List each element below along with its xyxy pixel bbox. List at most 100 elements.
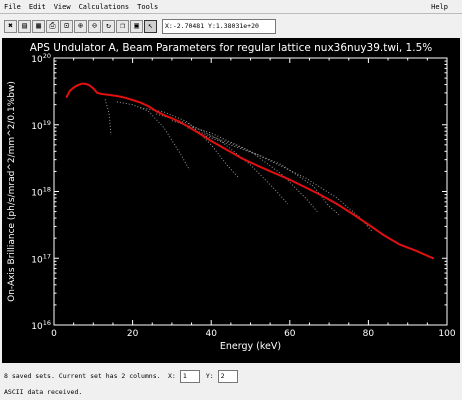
- menu-help[interactable]: Help: [431, 3, 448, 11]
- cursor-button[interactable]: ↖: [144, 19, 157, 33]
- refresh-button[interactable]: ↻: [102, 19, 115, 33]
- envelope-point: [336, 203, 338, 205]
- toolbar-buttons: ✖ ▤ ▦ ⎙ ⊡ ⊕ ⊖ ↻ ❐ ▣ ↖: [4, 19, 158, 33]
- menu-view[interactable]: View: [54, 3, 71, 11]
- y-axis-label: On-Axis Brilliance (ph/s/mrad^2/mm^2/0.1…: [7, 81, 17, 302]
- coordinate-readout: X:-2.70481 Y:1.38031e+20: [162, 18, 276, 34]
- x-column-label: X:: [168, 372, 176, 380]
- envelope-point: [68, 90, 71, 92]
- envelope-point: [65, 96, 68, 98]
- print-button[interactable]: ⎙: [46, 19, 59, 33]
- harmonic-series-line: [116, 101, 191, 171]
- status-row: 8 saved sets. Current set has 2 columns.…: [0, 368, 462, 384]
- envelope-point: [398, 243, 401, 246]
- copy-icon: ❐: [120, 21, 125, 30]
- close-button[interactable]: ✖: [4, 19, 17, 33]
- copy-button[interactable]: ❐: [116, 19, 129, 33]
- x-tick-label: 20: [127, 329, 139, 339]
- y-tick-base: 10: [31, 122, 43, 132]
- zoom-out-icon: ⊖: [92, 21, 97, 30]
- x-tick-label: 60: [284, 329, 296, 339]
- envelope-point: [171, 117, 173, 120]
- open-button[interactable]: ▤: [18, 19, 31, 33]
- brilliance-chart[interactable]: APS Undulator A, Beam Parameters for reg…: [2, 38, 460, 363]
- envelope-point: [115, 95, 118, 97]
- envelope-point: [88, 84, 91, 87]
- envelope-point: [123, 96, 126, 99]
- cursor-icon: ↖: [148, 21, 153, 30]
- y-tick-label: 1017: [31, 252, 51, 265]
- envelope-point: [257, 165, 260, 168]
- envelope-point: [226, 148, 228, 151]
- plot-area[interactable]: APS Undulator A, Beam Parameters for reg…: [2, 38, 460, 363]
- zoom-fit-button[interactable]: ⊡: [60, 19, 73, 33]
- envelope-point: [96, 92, 99, 94]
- y-column-label: Y:: [205, 372, 214, 380]
- x-axis-label: Energy (keV): [220, 341, 281, 352]
- print-icon: ⎙: [49, 21, 56, 30]
- y-column-input[interactable]: 2: [217, 369, 238, 383]
- envelope-point: [131, 99, 134, 101]
- envelope-point: [178, 121, 181, 123]
- y-tick-exponent: 19: [43, 119, 51, 127]
- envelope-point: [202, 135, 205, 137]
- save-icon: ▦: [36, 21, 41, 30]
- envelope-series-line: [65, 82, 434, 260]
- plot-frame-box: [53, 57, 448, 326]
- y-tick-label: 1016: [31, 319, 51, 332]
- harmonic-series-line: [203, 134, 373, 233]
- x-tick-label: 40: [205, 329, 217, 339]
- envelope-point: [320, 194, 323, 197]
- window-button[interactable]: ▣: [130, 19, 143, 33]
- envelope-point: [351, 213, 354, 215]
- envelope-point: [367, 223, 370, 226]
- envelope-point: [76, 84, 79, 87]
- y-tick-exponent: 20: [43, 52, 51, 60]
- y-tick-label: 1018: [31, 186, 51, 199]
- x-column-input[interactable]: 1: [179, 369, 200, 383]
- zoom-in-icon: ⊕: [78, 21, 83, 30]
- chart-title: APS Undulator A, Beam Parameters for reg…: [30, 42, 433, 54]
- envelope-point: [288, 178, 291, 181]
- menu-bar: File Edit View Calculations Tools Help: [0, 0, 462, 14]
- y-tick-base: 10: [31, 322, 43, 332]
- x-tick-label: 0: [51, 329, 57, 339]
- close-icon: ✖: [8, 21, 13, 30]
- toolbar: ✖ ▤ ▦ ⎙ ⊡ ⊕ ⊖ ↻ ❐ ▣ ↖ X:-2.70481 Y:1.38031e+20: [0, 15, 462, 37]
- menu-tools[interactable]: Tools: [137, 3, 158, 11]
- envelope-point: [383, 234, 386, 237]
- menu-calculations[interactable]: Calculations: [79, 3, 130, 11]
- x-tick-label: 80: [363, 329, 375, 339]
- menu-file[interactable]: File: [4, 3, 21, 11]
- envelope-point: [108, 94, 110, 96]
- envelope-point: [304, 186, 307, 189]
- zoom-out-button[interactable]: ⊖: [88, 19, 101, 33]
- y-tick-label: 1019: [31, 119, 51, 132]
- envelope-point: [100, 92, 103, 95]
- y-tick-base: 10: [31, 255, 43, 265]
- envelope-point: [84, 82, 87, 85]
- zoom-fit-icon: ⊡: [64, 21, 69, 30]
- open-icon: ▤: [22, 21, 27, 30]
- envelope-point: [104, 93, 106, 96]
- y-tick-exponent: 18: [43, 186, 51, 194]
- status-message: ASCII data received.: [4, 388, 83, 396]
- menu-edit[interactable]: Edit: [29, 3, 46, 11]
- save-button[interactable]: ▦: [32, 19, 45, 33]
- y-tick-base: 10: [31, 189, 43, 199]
- envelope-point: [241, 157, 244, 160]
- harmonic-series-line: [104, 99, 112, 136]
- y-tick-exponent: 17: [43, 252, 51, 260]
- saved-sets-text: 8 saved sets. Current set has 2 columns.: [4, 372, 161, 380]
- envelope-point: [414, 249, 417, 252]
- zoom-in-button[interactable]: ⊕: [74, 19, 87, 33]
- x-tick-label: 100: [438, 329, 455, 339]
- envelope-point: [186, 125, 189, 128]
- envelope-point: [163, 114, 165, 116]
- envelope-point: [139, 101, 142, 104]
- envelope-point: [194, 130, 197, 133]
- envelope-point: [210, 140, 213, 142]
- y-tick-exponent: 16: [43, 319, 51, 327]
- envelope-point: [72, 86, 75, 89]
- envelope-point: [147, 105, 150, 108]
